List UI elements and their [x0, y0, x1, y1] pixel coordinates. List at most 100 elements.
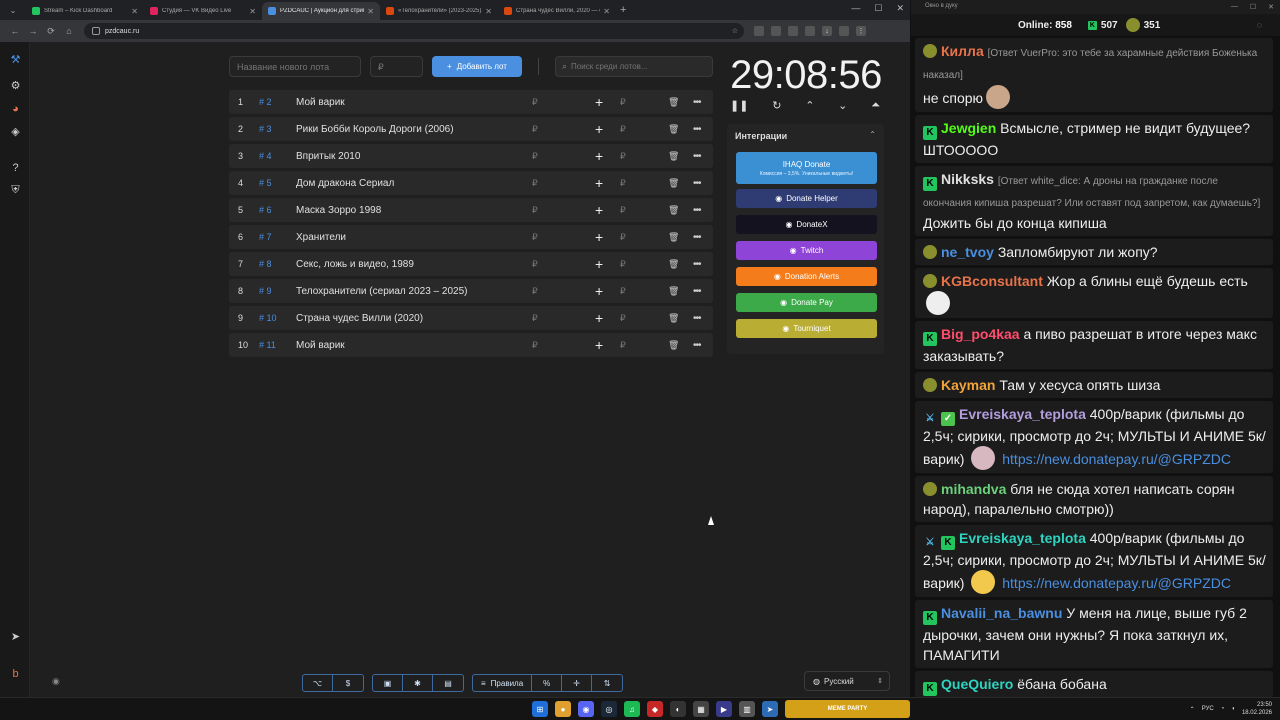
tab-close-icon[interactable]: ✕ [249, 7, 256, 16]
forward-icon[interactable]: → [24, 26, 42, 36]
timer-down-icon[interactable]: ⌄ [838, 99, 847, 112]
lot-add-amount-field[interactable]: ₽ [620, 97, 626, 108]
lot-amount-field[interactable]: ₽ [532, 124, 538, 135]
lot-amount-field[interactable]: ₽ [532, 259, 538, 270]
minimize-icon[interactable]: — [851, 3, 860, 14]
lot-add-amount-field[interactable]: ₽ [620, 178, 626, 189]
lot-name[interactable]: Дом дракона Сериал [296, 178, 394, 189]
lot-price-input[interactable] [370, 56, 423, 77]
timer-top-icon[interactable]: ⏶ [871, 99, 880, 112]
chat-username[interactable]: QueQuiero [941, 676, 1013, 692]
pause-icon[interactable]: ❚❚ [730, 99, 748, 112]
trash-icon[interactable]: 🗑 [668, 97, 679, 108]
browser-tab[interactable]: Stream – Kick Dashboard ✕ [26, 2, 144, 20]
lot-name[interactable]: Рики Бобби Король Дороги (2006) [296, 124, 454, 135]
lot-id[interactable]: # 8 [259, 259, 272, 269]
add-amount-icon[interactable]: + [595, 121, 603, 137]
close-icon[interactable]: ✕ [1268, 3, 1274, 11]
add-lot-button[interactable]: + Добавить лот [432, 56, 522, 77]
steam-icon[interactable]: ◎ [601, 701, 617, 717]
start-icon[interactable]: ⊞ [532, 701, 548, 717]
trash-icon[interactable]: 🗑 [668, 124, 679, 135]
chat-username[interactable]: Evreiskaya_teplota [959, 530, 1086, 546]
maximize-icon[interactable]: ☐ [1250, 3, 1256, 11]
lot-add-amount-field[interactable]: ₽ [620, 340, 626, 351]
lot-name[interactable]: Секс, ложь и видео, 1989 [296, 259, 414, 270]
chat-username[interactable]: ne_tvoy [941, 244, 994, 260]
lot-name[interactable]: Страна чудес Вилли (2020) [296, 313, 423, 324]
browser-tab[interactable]: Страна чудес Вилли, 2020 — о... ✕ [498, 2, 616, 20]
add-amount-icon[interactable]: + [595, 337, 603, 353]
profile-icon[interactable] [839, 26, 849, 36]
app-icon[interactable]: ▥ [739, 701, 755, 717]
discord-icon[interactable]: ◉ [578, 701, 594, 717]
lot-name[interactable]: Хранители [296, 232, 346, 243]
timer-up-icon[interactable]: ⌃ [805, 99, 814, 112]
percent-icon[interactable]: % [532, 675, 563, 691]
more-icon[interactable]: ••• [693, 151, 701, 162]
chat-settings-icon[interactable]: ◌ [1257, 20, 1262, 30]
chat-username[interactable]: Nikksks [941, 171, 994, 187]
gavel-icon[interactable]: ⚒ [8, 52, 23, 67]
browser-tab[interactable]: PZDCAUC | Аукцион для стрим... ✕ [262, 2, 380, 20]
reset-icon[interactable]: ↻ [772, 99, 781, 112]
download-icon[interactable]: ↓ [822, 26, 832, 36]
lot-amount-field[interactable]: ₽ [532, 340, 538, 351]
telegram-icon[interactable]: ➤ [8, 629, 23, 644]
lot-name[interactable]: Мой варик [296, 97, 345, 108]
bookmark-star-icon[interactable]: ☆ [732, 27, 738, 35]
add-amount-icon[interactable]: + [595, 256, 603, 272]
lot-add-amount-field[interactable]: ₽ [620, 151, 626, 162]
more-icon[interactable]: ••• [693, 340, 701, 351]
chat-username[interactable]: Jewgien [941, 120, 996, 136]
lot-amount-field[interactable]: ₽ [532, 232, 538, 243]
more-icon[interactable]: ••• [693, 124, 701, 135]
trash-icon[interactable]: 🗑 [668, 232, 679, 243]
chat-username[interactable]: Navalii_na_bawnu [941, 605, 1062, 621]
trash-icon[interactable]: 🗑 [668, 259, 679, 270]
home-icon[interactable]: ⌂ [60, 26, 78, 36]
tab-close-icon[interactable]: ✕ [485, 7, 492, 16]
media-player-icon[interactable]: ▶ [716, 701, 732, 717]
integration-button[interactable]: ◉ Tourniquet [736, 319, 877, 338]
trash-icon[interactable]: 🗑 [668, 340, 679, 351]
lot-add-amount-field[interactable]: ₽ [620, 313, 626, 324]
lot-amount-field[interactable]: ₽ [532, 313, 538, 324]
more-icon[interactable]: ••• [693, 178, 701, 189]
tab-close-icon[interactable]: ✕ [131, 7, 138, 16]
chat-link[interactable]: https://new.donatepay.ru/@GRPZDC [1002, 451, 1231, 467]
chat-username[interactable]: KGBconsultant [941, 273, 1043, 289]
trash-icon[interactable]: 🗑 [668, 313, 679, 324]
lot-id[interactable]: # 11 [259, 340, 276, 350]
eye-icon[interactable]: ◉ [52, 676, 60, 687]
lot-amount-field[interactable]: ₽ [532, 178, 538, 189]
language-select[interactable]: ◍ Русский ⇕ [804, 671, 890, 691]
tab-close-icon[interactable]: ✕ [367, 7, 374, 16]
meme-party-widget[interactable]: MEME PARTY [785, 700, 910, 718]
chat-username[interactable]: mihandva [941, 481, 1006, 497]
chat-username[interactable]: Килла [941, 43, 984, 59]
lot-id[interactable]: # 3 [259, 124, 272, 134]
maximize-icon[interactable]: ☐ [874, 3, 882, 14]
chrome-icon[interactable]: ● [555, 701, 571, 717]
browser-tab[interactable]: Студия — VK Видео Live ✕ [144, 2, 262, 20]
extension-icon[interactable] [788, 26, 798, 36]
add-amount-icon[interactable]: + [595, 94, 603, 110]
lot-add-amount-field[interactable]: ₽ [620, 124, 626, 135]
trash-icon[interactable]: 🗑 [668, 286, 679, 297]
integration-button[interactable]: ◉ Donate Pay [736, 293, 877, 312]
input-language[interactable]: РУС [1202, 706, 1214, 712]
lot-search-input[interactable] [571, 62, 707, 71]
add-amount-icon[interactable]: + [595, 202, 603, 218]
lot-name[interactable]: Маска Зорро 1998 [296, 205, 381, 216]
tab-close-icon[interactable]: ✕ [603, 7, 610, 16]
more-icon[interactable]: ••• [693, 286, 701, 297]
lot-add-amount-field[interactable]: ₽ [620, 205, 626, 216]
lot-amount-field[interactable]: ₽ [532, 205, 538, 216]
integration-button[interactable]: ◉ Donation Alerts [736, 267, 877, 286]
collapse-icon[interactable]: ⌃ [869, 130, 876, 139]
extension-icon[interactable] [771, 26, 781, 36]
rules-button[interactable]: ≡ Правила [473, 675, 533, 691]
integration-button[interactable]: ◉ Donate Helper [736, 189, 877, 208]
tray-chevron-icon[interactable]: ⌃ [1190, 706, 1195, 713]
